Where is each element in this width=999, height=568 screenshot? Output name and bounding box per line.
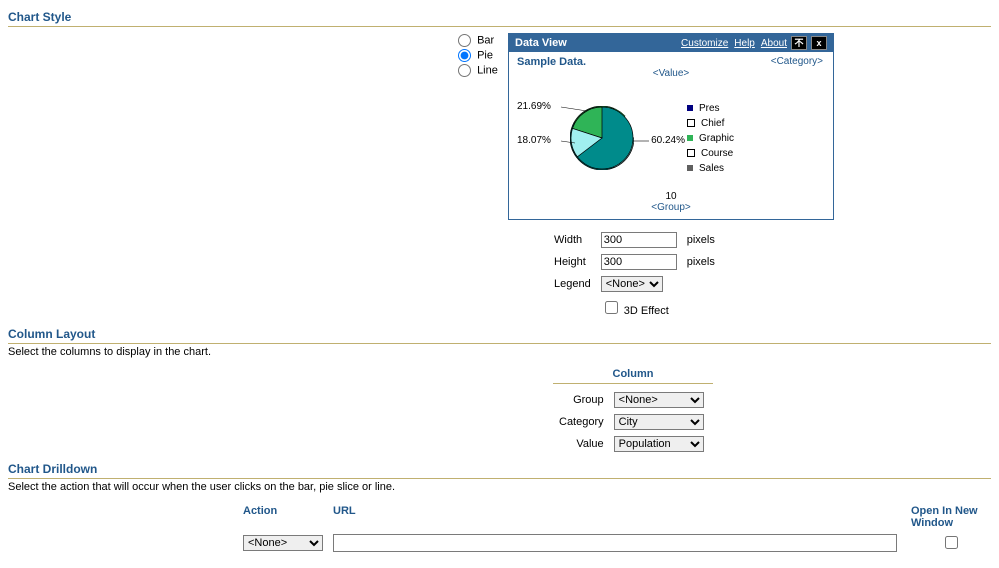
value-row-label: Value	[555, 434, 608, 454]
pie-area: 60.24% 21.69% 18.07% Pres Chief Graphic …	[517, 83, 825, 193]
category-select[interactable]: City	[614, 414, 704, 430]
category-placeholder: <Category>	[771, 56, 823, 67]
column-layout-desc: Select the columns to display in the cha…	[8, 344, 991, 364]
radio-bar[interactable]: Bar	[458, 33, 508, 48]
legend-item-pres: Pres	[687, 101, 734, 116]
link-help[interactable]: Help	[734, 38, 755, 49]
drilldown-headers: Action URL Open In New Window	[243, 505, 991, 529]
close-icon[interactable]: x	[811, 36, 827, 50]
chart-preview: Data View Customize Help About 不 x Sampl…	[508, 33, 834, 220]
pixels-1: pixels	[683, 230, 719, 250]
leader-lines	[517, 83, 687, 193]
legend-item-sales: Sales	[687, 161, 734, 176]
column-layout-controls: Column Group <None> Category City Value …	[553, 368, 991, 456]
url-header: URL	[333, 505, 911, 529]
width-label: Width	[550, 230, 595, 250]
height-input[interactable]	[601, 254, 677, 270]
radio-line[interactable]: Line	[458, 63, 508, 78]
group-placeholder: <Group>	[517, 202, 825, 213]
action-select[interactable]: <None>	[243, 535, 323, 551]
drilldown-row: <None>	[243, 533, 991, 552]
link-customize[interactable]: Customize	[681, 38, 728, 49]
3d-effect-label: 3D Effect	[624, 305, 669, 317]
open-header: Open In New Window	[911, 505, 991, 529]
preview-title: Data View	[515, 37, 675, 49]
pie-wrap: 60.24% 21.69% 18.07%	[517, 83, 687, 193]
column-header: Column	[553, 368, 713, 384]
url-input[interactable]	[333, 534, 897, 552]
height-label: Height	[550, 252, 595, 272]
chart-type-radios: Bar Pie Line	[458, 33, 508, 78]
legend: Pres Chief Graphic Course Sales	[687, 101, 734, 176]
chart-drilldown-header: Chart Drilldown	[8, 460, 991, 479]
chart-style-content: Bar Pie Line Data View Customize Help Ab…	[458, 33, 991, 220]
column-layout-header: Column Layout	[8, 325, 991, 344]
pixels-2: pixels	[683, 252, 719, 272]
chart-drilldown-desc: Select the action that will occur when t…	[8, 479, 991, 499]
3d-effect-checkbox[interactable]	[605, 301, 618, 314]
link-about[interactable]: About	[761, 38, 787, 49]
legend-label: Legend	[550, 274, 595, 294]
legend-select[interactable]: <None>	[601, 276, 663, 292]
group-row-label: Group	[555, 390, 608, 410]
legend-item-chief: Chief	[687, 116, 734, 131]
legend-item-course: Course	[687, 146, 734, 161]
legend-item-graphic: Graphic	[687, 131, 734, 146]
radio-pie[interactable]: Pie	[458, 48, 508, 63]
action-header: Action	[243, 505, 333, 529]
value-placeholder: <Value>	[517, 68, 825, 79]
preview-titlebar: Data View Customize Help About 不 x	[509, 34, 833, 52]
collapse-icon[interactable]: 不	[791, 36, 807, 50]
dimensions-table: Width pixels Height pixels Legend <None>…	[548, 228, 721, 321]
category-row-label: Category	[555, 412, 608, 432]
group-footer: 10 <Group>	[517, 191, 825, 213]
preview-body: Sample Data. <Category> <Value>	[509, 52, 833, 219]
width-input[interactable]	[601, 232, 677, 248]
chart-style-header: Chart Style	[8, 8, 991, 27]
group-select[interactable]: <None>	[614, 392, 704, 408]
open-new-window-checkbox[interactable]	[945, 536, 958, 549]
value-select[interactable]: Population	[614, 436, 704, 452]
